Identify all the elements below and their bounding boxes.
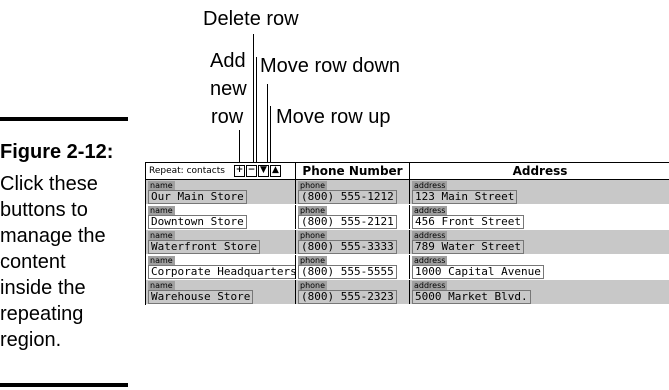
repeat-header-cell: Repeat: contacts + − ▼ ▲: [146, 163, 296, 179]
move-row-down-button[interactable]: ▼: [258, 165, 269, 177]
address-field[interactable]: 5000 Market Blvd.: [412, 290, 531, 304]
move-up-leader-line: [270, 106, 271, 166]
table-row: name Downtown Store phone (800) 555-2121 add…: [146, 205, 669, 230]
address-cell: address 789 Water Street: [410, 230, 669, 254]
address-cell-content: address 789 Water Street: [410, 230, 669, 254]
phone-cell-content: phone (800) 555-1212: [296, 180, 409, 204]
phone-cell-content: phone (800) 555-5555: [296, 255, 409, 279]
name-field[interactable]: Warehouse Store: [148, 290, 254, 304]
table-row: name Warehouse Store phone (800) 555-2323 ad…: [146, 280, 669, 305]
name-field-label: name: [148, 231, 175, 240]
table-header-row: Repeat: contacts + − ▼ ▲ Phone Number Ad…: [146, 163, 669, 180]
phone-cell-content: phone (800) 555-3333: [296, 230, 409, 254]
name-field[interactable]: Waterfront Store: [148, 240, 260, 254]
move-row-up-button[interactable]: ▲: [270, 165, 281, 177]
delete-row-button[interactable]: −: [246, 165, 257, 177]
phone-cell: phone (800) 555-2323: [296, 280, 410, 304]
repeating-region-table: Repeat: contacts + − ▼ ▲ Phone Number Ad…: [145, 162, 669, 305]
address-cell: address 1000 Capital Avenue: [410, 255, 669, 279]
name-field[interactable]: Our Main Store: [148, 190, 247, 204]
name-cell: name Downtown Store: [146, 205, 296, 229]
figure-title: Figure 2-12:: [0, 141, 114, 163]
address-field[interactable]: 1000 Capital Avenue: [412, 265, 544, 279]
move-down-leader-line-2: [267, 84, 268, 166]
row-callout: row: [211, 106, 244, 128]
name-cell: name Our Main Store: [146, 180, 296, 204]
name-field[interactable]: Corporate Headquarters: [148, 265, 295, 279]
address-field[interactable]: 789 Water Street: [412, 240, 524, 254]
phone-field-label: phone: [298, 181, 328, 190]
phone-cell-content: phone (800) 555-2323: [296, 280, 409, 304]
name-field-label: name: [148, 256, 175, 265]
name-cell-content: name Warehouse Store: [146, 280, 295, 304]
address-cell-content: address 123 Main Street: [410, 180, 669, 204]
phone-field-label: phone: [298, 281, 328, 290]
address-field[interactable]: 456 Front Street: [412, 215, 524, 229]
caption-line: region.: [0, 329, 62, 351]
phone-cell-content: phone (800) 555-2121: [296, 205, 409, 229]
add-leader-line: [239, 130, 240, 166]
table-body: name Our Main Store phone (800) 555-1212 add…: [146, 180, 669, 305]
address-cell: address 5000 Market Blvd.: [410, 280, 669, 304]
move-down-callout: Move row down: [260, 55, 401, 77]
caption-line: Click these: [0, 173, 98, 195]
address-cell-content: address 456 Front Street: [410, 205, 669, 229]
table-row: name Waterfront Store phone (800) 555-3333 a…: [146, 230, 669, 255]
name-cell-content: name Corporate Headquarters: [146, 255, 295, 279]
phone-cell: phone (800) 555-1212: [296, 180, 410, 204]
phone-field[interactable]: (800) 555-5555: [298, 265, 397, 279]
name-cell-content: name Downtown Store: [146, 205, 295, 229]
move-up-callout: Move row up: [276, 106, 391, 128]
row-buttons: + − ▼ ▲: [234, 165, 282, 177]
delete-leader-line: [253, 34, 254, 166]
caption-line: inside the: [0, 277, 86, 299]
address-cell-content: address 5000 Market Blvd.: [410, 280, 669, 304]
name-field[interactable]: Downtown Store: [148, 215, 247, 229]
address-cell-content: address 1000 Capital Avenue: [410, 255, 669, 279]
new-callout: new: [210, 78, 247, 100]
name-field-label: name: [148, 281, 175, 290]
address-field-label: address: [412, 231, 448, 240]
phone-cell: phone (800) 555-2121: [296, 205, 410, 229]
address-field[interactable]: 123 Main Street: [412, 190, 518, 204]
phone-field[interactable]: (800) 555-3333: [298, 240, 397, 254]
name-cell: name Warehouse Store: [146, 280, 296, 304]
caption-line: buttons to: [0, 199, 88, 221]
address-field-label: address: [412, 181, 448, 190]
table-row: name Corporate Headquarters phone (800) 555…: [146, 255, 669, 280]
caption-line: repeating: [0, 303, 84, 325]
name-field-label: name: [148, 206, 175, 215]
phone-field-label: phone: [298, 206, 328, 215]
caption-line: manage the: [0, 225, 106, 247]
phone-field-label: phone: [298, 256, 328, 265]
caption-line: content: [0, 251, 66, 273]
delete-row-callout: Delete row: [203, 8, 299, 30]
add-row-button[interactable]: +: [234, 165, 245, 177]
address-field-label: address: [412, 281, 448, 290]
name-cell-content: name Waterfront Store: [146, 230, 295, 254]
address-field-label: address: [412, 256, 448, 265]
name-field-label: name: [148, 181, 175, 190]
address-cell: address 123 Main Street: [410, 180, 669, 204]
address-header: Address: [512, 164, 568, 178]
address-field-label: address: [412, 206, 448, 215]
table-row: name Our Main Store phone (800) 555-1212 add…: [146, 180, 669, 205]
name-cell-content: name Our Main Store: [146, 180, 295, 204]
caption-bottom-rule: [0, 383, 128, 387]
move-down-leader-line: [256, 57, 257, 166]
phone-field[interactable]: (800) 555-1212: [298, 190, 397, 204]
repeat-label: Repeat: contacts: [149, 166, 225, 176]
caption-top-rule: [0, 117, 128, 121]
name-cell: name Waterfront Store: [146, 230, 296, 254]
phone-field[interactable]: (800) 555-2121: [298, 215, 397, 229]
name-cell: name Corporate Headquarters: [146, 255, 296, 279]
add-callout: Add: [210, 50, 246, 72]
phone-field-label: phone: [298, 231, 328, 240]
phone-cell: phone (800) 555-3333: [296, 230, 410, 254]
address-cell: address 456 Front Street: [410, 205, 669, 229]
phone-cell: phone (800) 555-5555: [296, 255, 410, 279]
phone-number-header: Phone Number: [296, 163, 410, 179]
phone-field[interactable]: (800) 555-2323: [298, 290, 397, 304]
